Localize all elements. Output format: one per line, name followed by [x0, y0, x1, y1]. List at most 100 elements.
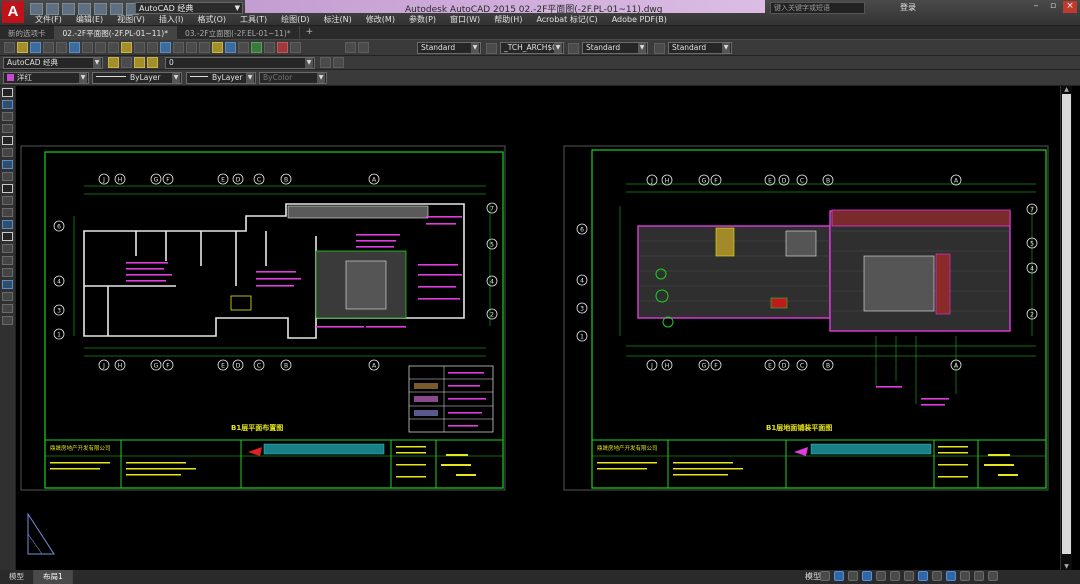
zoom-window-icon[interactable] — [186, 42, 197, 53]
polygon-icon[interactable] — [2, 124, 13, 133]
grid-icon[interactable] — [820, 571, 830, 581]
hatch-icon[interactable] — [2, 256, 13, 265]
menu-item[interactable]: Adobe PDF(B) — [605, 14, 674, 25]
paste-icon[interactable] — [108, 42, 119, 53]
close-icon[interactable]: × — [1063, 1, 1077, 13]
layer-state-icon[interactable] — [121, 57, 132, 68]
menu-item[interactable]: 修改(M) — [359, 14, 402, 25]
scroll-up-icon[interactable]: ▲ — [1061, 86, 1072, 93]
mleader-style-icon[interactable] — [654, 43, 665, 54]
text-style-manager-icon[interactable] — [358, 42, 369, 53]
document-tab[interactable]: 02.-2F平面图(-2F.PL-01~11)* — [54, 26, 177, 40]
linetype-select[interactable]: ByLayer ▼ — [92, 72, 182, 84]
properties-icon[interactable] — [212, 42, 223, 53]
ellipse-icon[interactable] — [2, 196, 13, 205]
maximize-icon[interactable]: ▫ — [1046, 1, 1060, 13]
lineweight-icon[interactable] — [904, 571, 914, 581]
construction-line-icon[interactable] — [2, 100, 13, 109]
minimize-icon[interactable]: – — [1029, 1, 1043, 13]
design-center-icon[interactable] — [225, 42, 236, 53]
otrack-icon[interactable] — [890, 571, 900, 581]
customize-icon[interactable] — [988, 571, 998, 581]
layout-tab[interactable]: 模型 — [0, 570, 34, 584]
tool-palettes-icon[interactable] — [238, 42, 249, 53]
menu-item[interactable]: 绘图(D) — [274, 14, 316, 25]
arc-icon[interactable] — [2, 148, 13, 157]
hardware-icon[interactable] — [960, 571, 970, 581]
polar-icon[interactable] — [862, 571, 872, 581]
copy-icon[interactable] — [95, 42, 106, 53]
menu-item[interactable]: 标注(N) — [317, 14, 359, 25]
point-icon[interactable] — [2, 244, 13, 253]
add-selected-icon[interactable] — [2, 316, 13, 325]
sun-icon[interactable] — [147, 57, 158, 68]
calculator-icon[interactable] — [277, 42, 288, 53]
markup-icon[interactable] — [264, 42, 275, 53]
dim-style-select[interactable]: _TCH_ARCH$0 ▼ — [500, 42, 564, 54]
text-style-select[interactable]: Standard ▼ — [417, 42, 481, 54]
color-select[interactable]: 洋红 ▼ — [3, 72, 89, 84]
text-style-icon[interactable] — [345, 42, 356, 53]
model-space-label[interactable]: 模型 — [805, 571, 821, 582]
make-block-icon[interactable] — [2, 232, 13, 241]
publish-icon[interactable] — [69, 42, 80, 53]
search-input[interactable]: 键入关键字或短语 — [770, 2, 865, 14]
line-icon[interactable] — [2, 88, 13, 97]
ellipse-arc-icon[interactable] — [2, 208, 13, 217]
dim-style-icon[interactable] — [486, 43, 497, 54]
layer-previous-icon[interactable] — [333, 57, 344, 68]
document-tab[interactable]: 03.-2F立面图(-2F.EL-01~11)* — [177, 26, 300, 40]
insert-block-icon[interactable] — [2, 220, 13, 229]
new-tab-button[interactable]: + — [300, 26, 320, 39]
snap-icon[interactable] — [834, 571, 844, 581]
drawing-canvas[interactable]: 鼎晟房地产开发有限公司 B1层平面布置图 鼎晟房地产开发有限公司 B1层地面铺装… — [16, 86, 1060, 570]
vertical-scrollbar[interactable]: ▲ ▼ — [1060, 86, 1072, 570]
pan-icon[interactable] — [160, 42, 171, 53]
cut-icon[interactable] — [82, 42, 93, 53]
menu-item[interactable]: 视图(V) — [110, 14, 152, 25]
zoom-previous-icon[interactable] — [199, 42, 210, 53]
annotation-scale-icon[interactable] — [918, 571, 928, 581]
redo-icon[interactable] — [147, 42, 158, 53]
menu-item[interactable]: 插入(I) — [152, 14, 191, 25]
bulb-icon[interactable] — [134, 57, 145, 68]
save-icon[interactable] — [30, 42, 41, 53]
autocad-logo-icon[interactable]: A — [2, 1, 24, 23]
spline-icon[interactable] — [2, 184, 13, 193]
make-current-icon[interactable] — [320, 57, 331, 68]
layer-select[interactable]: 0 ▼ — [165, 57, 315, 69]
menu-item[interactable]: 编辑(E) — [69, 14, 110, 25]
table-icon[interactable] — [2, 292, 13, 301]
scroll-thumb[interactable] — [1062, 94, 1071, 554]
rectangle-icon[interactable] — [2, 136, 13, 145]
menu-item[interactable]: 文件(F) — [28, 14, 69, 25]
ortho-icon[interactable] — [848, 571, 858, 581]
workspace-select[interactable]: AutoCAD 经典 ▼ — [3, 57, 103, 69]
workspace-icon[interactable] — [932, 571, 942, 581]
plot-style-select[interactable]: ByColor ▼ — [259, 72, 327, 84]
osnap-icon[interactable] — [876, 571, 886, 581]
menu-item[interactable]: 窗口(W) — [443, 14, 487, 25]
lineweight-select[interactable]: ByLayer ▼ — [186, 72, 256, 84]
undo-icon[interactable] — [134, 42, 145, 53]
isolate-icon[interactable] — [946, 571, 956, 581]
match-properties-icon[interactable] — [121, 42, 132, 53]
menu-item[interactable]: Acrobat 标记(C) — [529, 14, 604, 25]
layout-tab[interactable]: 布局1 — [34, 570, 73, 584]
zoom-realtime-icon[interactable] — [173, 42, 184, 53]
sheet-set-icon[interactable] — [251, 42, 262, 53]
polyline-icon[interactable] — [2, 112, 13, 121]
circle-icon[interactable] — [2, 160, 13, 169]
document-tab[interactable]: 新的选项卡 — [0, 26, 55, 40]
login-button[interactable]: 登录 — [900, 2, 916, 13]
menu-item[interactable]: 工具(T) — [233, 14, 274, 25]
menu-item[interactable]: 格式(O) — [190, 14, 233, 25]
open-icon[interactable] — [17, 42, 28, 53]
table-style-icon[interactable] — [568, 43, 579, 54]
help-icon[interactable] — [290, 42, 301, 53]
region-icon[interactable] — [2, 280, 13, 289]
mleader-style-select[interactable]: Standard ▼ — [668, 42, 732, 54]
workspace-switcher[interactable]: AutoCAD 经典 ▼ — [135, 2, 243, 14]
plot-icon[interactable] — [43, 42, 54, 53]
layer-properties-icon[interactable] — [108, 57, 119, 68]
